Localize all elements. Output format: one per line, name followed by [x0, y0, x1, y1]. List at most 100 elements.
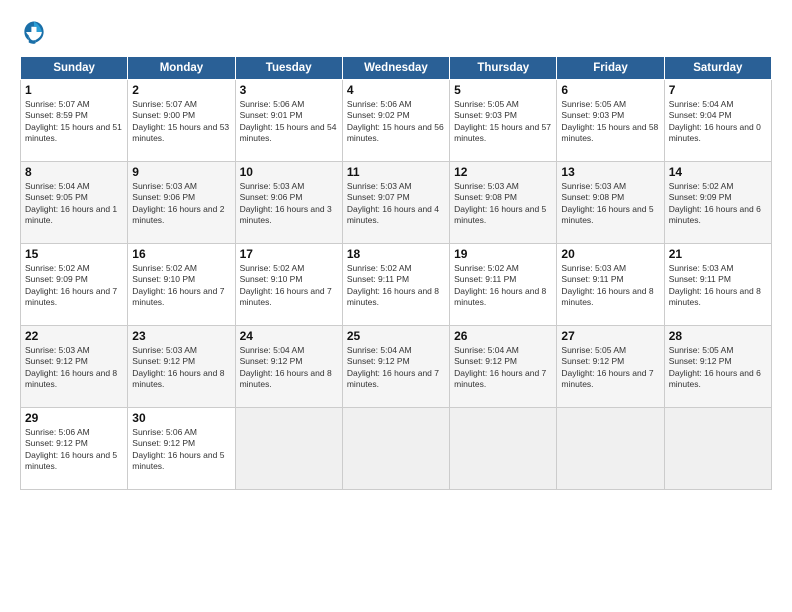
day-number: 30: [132, 411, 230, 425]
calendar-cell: 5 Sunrise: 5:05 AMSunset: 9:03 PMDaylight…: [450, 80, 557, 162]
calendar-cell: 30 Sunrise: 5:06 AMSunset: 9:12 PMDayligh…: [128, 408, 235, 490]
day-info: Sunrise: 5:04 AMSunset: 9:12 PMDaylight:…: [240, 345, 338, 391]
calendar-cell: 29 Sunrise: 5:06 AMSunset: 9:12 PMDayligh…: [21, 408, 128, 490]
day-info: Sunrise: 5:02 AMSunset: 9:09 PMDaylight:…: [25, 263, 123, 309]
calendar-cell: 1 Sunrise: 5:07 AMSunset: 8:59 PMDaylight…: [21, 80, 128, 162]
day-info: Sunrise: 5:07 AMSunset: 8:59 PMDaylight:…: [25, 99, 123, 145]
calendar-cell: 23 Sunrise: 5:03 AMSunset: 9:12 PMDayligh…: [128, 326, 235, 408]
calendar-cell: 17 Sunrise: 5:02 AMSunset: 9:10 PMDayligh…: [235, 244, 342, 326]
calendar-cell: 11 Sunrise: 5:03 AMSunset: 9:07 PMDayligh…: [342, 162, 449, 244]
day-info: Sunrise: 5:03 AMSunset: 9:06 PMDaylight:…: [240, 181, 338, 227]
day-number: 11: [347, 165, 445, 179]
day-number: 22: [25, 329, 123, 343]
day-number: 14: [669, 165, 767, 179]
day-info: Sunrise: 5:03 AMSunset: 9:11 PMDaylight:…: [669, 263, 767, 309]
day-number: 3: [240, 83, 338, 97]
calendar-cell: [235, 408, 342, 490]
day-number: 7: [669, 83, 767, 97]
day-number: 9: [132, 165, 230, 179]
day-number: 13: [561, 165, 659, 179]
day-number: 8: [25, 165, 123, 179]
calendar-cell: 24 Sunrise: 5:04 AMSunset: 9:12 PMDayligh…: [235, 326, 342, 408]
day-info: Sunrise: 5:06 AMSunset: 9:12 PMDaylight:…: [25, 427, 123, 473]
col-header-tuesday: Tuesday: [235, 57, 342, 80]
calendar-cell: 13 Sunrise: 5:03 AMSunset: 9:08 PMDayligh…: [557, 162, 664, 244]
calendar-cell: 19 Sunrise: 5:02 AMSunset: 9:11 PMDayligh…: [450, 244, 557, 326]
day-info: Sunrise: 5:02 AMSunset: 9:11 PMDaylight:…: [347, 263, 445, 309]
day-info: Sunrise: 5:07 AMSunset: 9:00 PMDaylight:…: [132, 99, 230, 145]
calendar-cell: 6 Sunrise: 5:05 AMSunset: 9:03 PMDaylight…: [557, 80, 664, 162]
col-header-wednesday: Wednesday: [342, 57, 449, 80]
day-number: 2: [132, 83, 230, 97]
calendar-cell: 9Sunrise: 5:03 AMSunset: 9:06 PMDaylight…: [128, 162, 235, 244]
calendar-cell: 14 Sunrise: 5:02 AMSunset: 9:09 PMDayligh…: [664, 162, 771, 244]
calendar-cell: 3Sunrise: 5:06 AMSunset: 9:01 PMDaylight…: [235, 80, 342, 162]
day-info: Sunrise: 5:02 AMSunset: 9:11 PMDaylight:…: [454, 263, 552, 309]
calendar-cell: 22 Sunrise: 5:03 AMSunset: 9:12 PMDayligh…: [21, 326, 128, 408]
day-info: Sunrise: 5:03 AMSunset: 9:11 PMDaylight:…: [561, 263, 659, 309]
calendar-page: SundayMondayTuesdayWednesdayThursdayFrid…: [0, 0, 792, 612]
calendar-cell: 28Sunrise: 5:05 AMSunset: 9:12 PMDayligh…: [664, 326, 771, 408]
calendar-table: SundayMondayTuesdayWednesdayThursdayFrid…: [20, 56, 772, 490]
col-header-saturday: Saturday: [664, 57, 771, 80]
day-number: 6: [561, 83, 659, 97]
day-info: Sunrise: 5:05 AMSunset: 9:12 PMDaylight:…: [561, 345, 659, 391]
calendar-cell: 8 Sunrise: 5:04 AMSunset: 9:05 PMDaylight…: [21, 162, 128, 244]
day-info: Sunrise: 5:04 AMSunset: 9:04 PMDaylight:…: [669, 99, 767, 145]
day-info: Sunrise: 5:03 AMSunset: 9:08 PMDaylight:…: [561, 181, 659, 227]
calendar-cell: [664, 408, 771, 490]
day-info: Sunrise: 5:02 AMSunset: 9:09 PMDaylight:…: [669, 181, 767, 227]
calendar-cell: 27 Sunrise: 5:05 AMSunset: 9:12 PMDayligh…: [557, 326, 664, 408]
day-number: 27: [561, 329, 659, 343]
calendar-cell: 2 Sunrise: 5:07 AMSunset: 9:00 PMDaylight…: [128, 80, 235, 162]
day-info: Sunrise: 5:03 AMSunset: 9:08 PMDaylight:…: [454, 181, 552, 227]
col-header-friday: Friday: [557, 57, 664, 80]
col-header-thursday: Thursday: [450, 57, 557, 80]
day-number: 5: [454, 83, 552, 97]
day-number: 25: [347, 329, 445, 343]
day-number: 20: [561, 247, 659, 261]
day-number: 10: [240, 165, 338, 179]
day-number: 4: [347, 83, 445, 97]
col-header-monday: Monday: [128, 57, 235, 80]
day-number: 16: [132, 247, 230, 261]
day-number: 18: [347, 247, 445, 261]
col-header-sunday: Sunday: [21, 57, 128, 80]
day-number: 21: [669, 247, 767, 261]
day-number: 28: [669, 329, 767, 343]
day-number: 29: [25, 411, 123, 425]
day-info: Sunrise: 5:06 AMSunset: 9:12 PMDaylight:…: [132, 427, 230, 473]
day-info: Sunrise: 5:04 AMSunset: 9:05 PMDaylight:…: [25, 181, 123, 227]
calendar-cell: 4Sunrise: 5:06 AMSunset: 9:02 PMDaylight…: [342, 80, 449, 162]
calendar-cell: 16 Sunrise: 5:02 AMSunset: 9:10 PMDayligh…: [128, 244, 235, 326]
calendar-cell: 20 Sunrise: 5:03 AMSunset: 9:11 PMDayligh…: [557, 244, 664, 326]
day-info: Sunrise: 5:05 AMSunset: 9:03 PMDaylight:…: [561, 99, 659, 145]
day-number: 19: [454, 247, 552, 261]
day-info: Sunrise: 5:02 AMSunset: 9:10 PMDaylight:…: [240, 263, 338, 309]
header-row: [20, 18, 772, 46]
logo-icon: [20, 18, 48, 46]
calendar-cell: 10 Sunrise: 5:03 AMSunset: 9:06 PMDayligh…: [235, 162, 342, 244]
calendar-cell: 21 Sunrise: 5:03 AMSunset: 9:11 PMDayligh…: [664, 244, 771, 326]
day-number: 12: [454, 165, 552, 179]
calendar-cell: [450, 408, 557, 490]
calendar-cell: 7 Sunrise: 5:04 AMSunset: 9:04 PMDaylight…: [664, 80, 771, 162]
day-number: 23: [132, 329, 230, 343]
calendar-cell: 18 Sunrise: 5:02 AMSunset: 9:11 PMDayligh…: [342, 244, 449, 326]
logo: [20, 18, 52, 46]
day-info: Sunrise: 5:04 AMSunset: 9:12 PMDaylight:…: [454, 345, 552, 391]
day-number: 24: [240, 329, 338, 343]
day-info: Sunrise: 5:03 AMSunset: 9:12 PMDaylight:…: [25, 345, 123, 391]
day-info: Sunrise: 5:04 AMSunset: 9:12 PMDaylight:…: [347, 345, 445, 391]
calendar-cell: 12 Sunrise: 5:03 AMSunset: 9:08 PMDayligh…: [450, 162, 557, 244]
calendar-cell: [342, 408, 449, 490]
day-number: 17: [240, 247, 338, 261]
day-info: Sunrise: 5:05 AMSunset: 9:03 PMDaylight:…: [454, 99, 552, 145]
day-info: Sunrise: 5:02 AMSunset: 9:10 PMDaylight:…: [132, 263, 230, 309]
calendar-cell: [557, 408, 664, 490]
day-number: 1: [25, 83, 123, 97]
day-number: 26: [454, 329, 552, 343]
day-info: Sunrise: 5:03 AMSunset: 9:07 PMDaylight:…: [347, 181, 445, 227]
calendar-cell: 26 Sunrise: 5:04 AMSunset: 9:12 PMDayligh…: [450, 326, 557, 408]
day-info: Sunrise: 5:03 AMSunset: 9:12 PMDaylight:…: [132, 345, 230, 391]
